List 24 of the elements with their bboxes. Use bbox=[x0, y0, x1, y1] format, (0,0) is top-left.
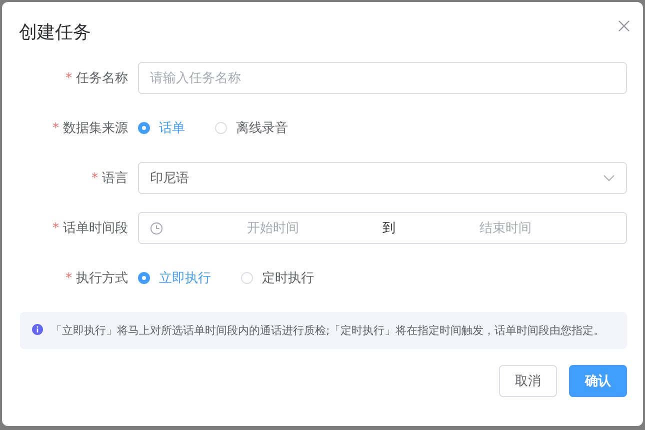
field-label: 话单时间段 bbox=[63, 220, 128, 237]
range-separator: 到 bbox=[382, 220, 396, 237]
required-mark: * bbox=[52, 220, 59, 236]
close-icon[interactable] bbox=[618, 20, 630, 32]
radio-button[interactable] bbox=[138, 122, 150, 134]
info-icon bbox=[32, 324, 43, 335]
required-mark: * bbox=[92, 170, 98, 186]
radio-option[interactable]: 定时执行 bbox=[241, 269, 314, 287]
cancel-button[interactable]: 取消 bbox=[499, 365, 557, 397]
field-label: 数据集来源 bbox=[63, 120, 128, 137]
task-name-input[interactable]: 请输入任务名称 bbox=[138, 62, 627, 94]
field-label: 语言 bbox=[102, 170, 128, 187]
radio-option[interactable]: 离线录音 bbox=[215, 119, 288, 137]
required-mark: * bbox=[66, 70, 72, 86]
radio-button[interactable] bbox=[138, 272, 150, 284]
info-text: 「立即执行」将马上对所选话单时间段内的通话进行质检;「定时执行」将在指定时间触发，话单时间段由您指定。 bbox=[51, 323, 605, 339]
language-select[interactable]: 印尼语 bbox=[138, 162, 627, 194]
field-label: 执行方式 bbox=[76, 270, 128, 287]
required-mark: * bbox=[52, 120, 59, 136]
required-mark: * bbox=[66, 270, 72, 286]
dialog-title: 创建任务 bbox=[19, 21, 91, 44]
clock-icon bbox=[150, 222, 163, 234]
field-label: 任务名称 bbox=[76, 70, 128, 87]
chevron-down-icon bbox=[603, 174, 615, 182]
